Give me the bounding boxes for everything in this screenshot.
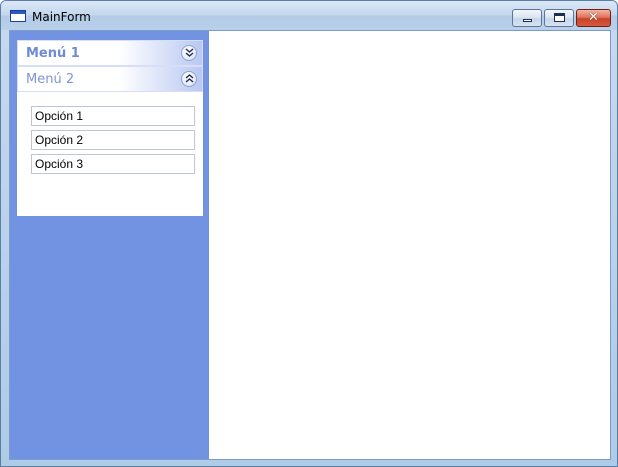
minimize-icon xyxy=(523,19,532,22)
close-button[interactable]: ✕ xyxy=(576,9,611,27)
window-app-icon[interactable] xyxy=(10,10,26,22)
menu-group-1-label: Menú 1 xyxy=(26,46,80,61)
option-item-1[interactable]: Opción 1 xyxy=(31,106,195,126)
menu-group-2-body: Opción 1 Opción 2 Opción 3 xyxy=(17,92,203,216)
option-item-3[interactable]: Opción 3 xyxy=(31,154,195,174)
maximize-icon xyxy=(554,13,565,22)
menu-group-2-label: Menú 2 xyxy=(26,72,75,87)
option-item-2[interactable]: Opción 2 xyxy=(31,130,195,150)
menu-group-2: Menú 2 Opción 1 Opción 2 Opción 3 xyxy=(17,66,203,216)
window-title: MainForm xyxy=(32,10,91,24)
client-area: Menú 1 Menú 2 Opción 1 Opción 2 Opción 3 xyxy=(9,30,611,460)
chevron-double-up-icon[interactable] xyxy=(181,71,197,87)
minimize-button[interactable] xyxy=(512,9,542,27)
close-icon: ✕ xyxy=(588,10,599,25)
sidebar-panel: Menú 1 Menú 2 Opción 1 Opción 2 Opción 3 xyxy=(10,31,209,459)
title-bar[interactable]: MainForm ✕ xyxy=(1,1,617,30)
menu-group-1: Menú 1 xyxy=(17,40,203,66)
chevron-double-down-icon[interactable] xyxy=(181,45,197,61)
maximize-button[interactable] xyxy=(544,9,574,27)
main-window: MainForm ✕ Menú 1 Menú 2 Opción 1 Opción… xyxy=(0,0,618,467)
menu-group-1-header[interactable]: Menú 1 xyxy=(17,40,203,66)
menu-group-2-header[interactable]: Menú 2 xyxy=(17,66,203,92)
main-content-area xyxy=(209,31,610,459)
